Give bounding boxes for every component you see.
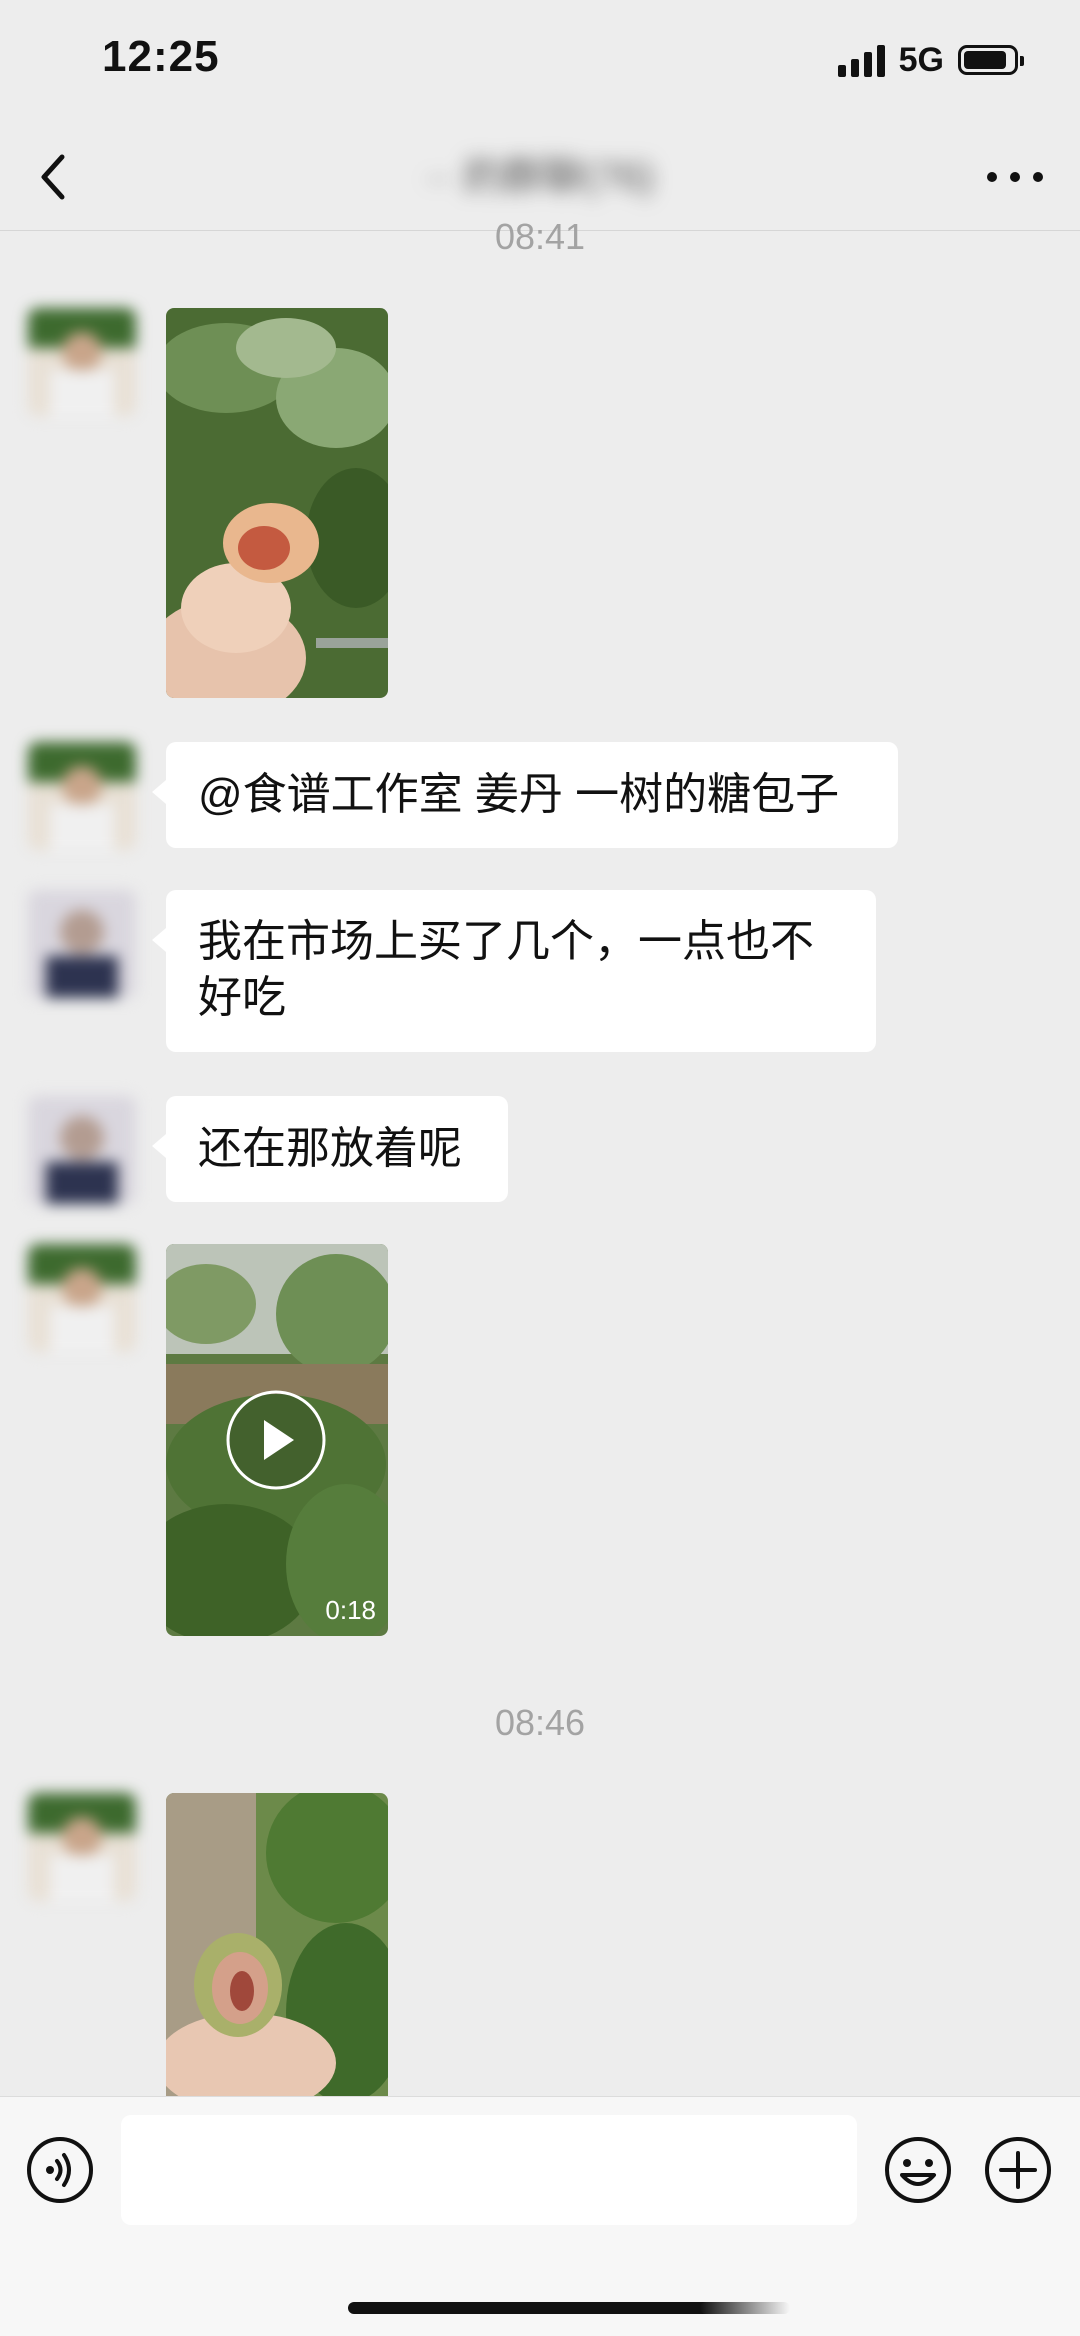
avatar[interactable] (28, 308, 136, 416)
home-indicator[interactable] (348, 2302, 732, 2314)
message-input[interactable] (121, 2115, 857, 2225)
more-dots-icon (987, 172, 1043, 182)
message-text: @食谱工作室 姜丹 一树的糖包子 (198, 770, 840, 819)
status-time: 12:25 (102, 32, 220, 81)
video-duration: 0:18 (325, 1595, 376, 1625)
avatar[interactable] (28, 1096, 136, 1204)
fig-in-hand-photo (166, 1793, 388, 2096)
message-text-line: 好吃 (198, 973, 286, 1022)
chevron-left-icon (41, 154, 65, 200)
message-text-line: 我在市场上买了几个，一点也不 (198, 917, 814, 966)
text-message[interactable]: 还在那放着呢 (152, 1096, 508, 1202)
avatar[interactable] (28, 1793, 136, 1901)
network-label: 5G (898, 40, 944, 79)
status-indicators: 5G (837, 40, 1024, 80)
avatar[interactable] (28, 890, 136, 998)
plus-icon (985, 2137, 1051, 2203)
timestamp: 08:46 (494, 1702, 586, 1743)
avatar[interactable] (28, 1244, 136, 1352)
image-message[interactable] (166, 308, 388, 698)
battery-icon (958, 45, 1024, 75)
voice-button[interactable] (25, 2135, 95, 2205)
back-button[interactable] (28, 147, 88, 207)
message-text: 还在那放着呢 (198, 1124, 462, 1173)
fig-leaf-photo (166, 308, 388, 698)
timestamp: 08:41 (494, 216, 586, 257)
more-button[interactable] (980, 147, 1050, 207)
status-bar: 12:25 5G (0, 0, 1080, 125)
text-message[interactable]: @食谱工作室 姜丹 一树的糖包子 (152, 742, 898, 848)
text-message[interactable]: 我在市场上买了几个，一点也不 好吃 (152, 890, 876, 1052)
signal-icon (837, 43, 885, 77)
chat-screen: 12:25 5G ·· 的群聊(76) 08:41 @食谱工作室 姜丹 一树的糖… (0, 0, 1080, 2336)
fig-tree-video-thumbnail (166, 1244, 388, 1636)
voice-icon (27, 2137, 93, 2203)
input-bar (0, 2096, 1080, 2336)
home-indicator-fade (700, 2302, 790, 2314)
emoji-button[interactable] (883, 2135, 953, 2205)
video-message[interactable]: 0:18 (166, 1244, 388, 1636)
emoji-icon (885, 2137, 951, 2203)
plus-button[interactable] (983, 2135, 1053, 2205)
chat-title[interactable]: ·· 的群聊(76) (380, 147, 700, 207)
image-message[interactable] (166, 1793, 388, 2096)
avatar[interactable] (28, 742, 136, 850)
